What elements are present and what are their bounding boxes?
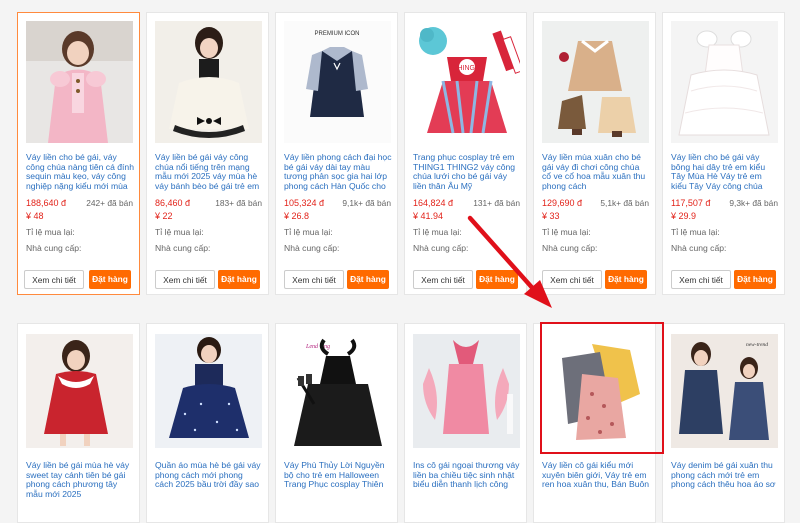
product-card-5[interactable]: Váy liền mùa xuân cho bé gái váy đi chơi…: [533, 12, 656, 295]
product-title[interactable]: Váy denim bé gái xuân thu phong cách mới…: [671, 461, 779, 521]
view-details-button[interactable]: Xem chi tiết: [155, 270, 215, 289]
product-card-7[interactable]: Váy liền bé gái mùa hè váy sweet tay cán…: [17, 323, 140, 523]
product-image[interactable]: [26, 21, 133, 143]
product-card-2[interactable]: Váy liền bé gái váy công chúa nổi tiếng …: [146, 12, 269, 295]
view-details-button[interactable]: Xem chi tiết: [24, 270, 84, 289]
product-title[interactable]: Váy liền bé gái mùa hè váy sweet tay cán…: [26, 461, 134, 521]
product-card-12[interactable]: new-trend Váy denim bé gái xuân thu phon…: [662, 323, 785, 523]
brand-watermark: Lend Ying: [305, 344, 330, 350]
price-cny: ¥ 33: [542, 211, 560, 221]
order-button[interactable]: Đặt hàng: [734, 270, 776, 289]
price-cny: ¥ 48: [26, 211, 44, 221]
product-title[interactable]: Váy liền cho bé gái váy bông hai dây trẻ…: [671, 153, 779, 191]
repurchase-rate-label: Tỉ lệ mua lại:: [26, 227, 75, 237]
repurchase-rate-label: Tỉ lệ mua lại:: [671, 227, 720, 237]
product-title[interactable]: Váy liền cô gái kiểu mới xuyên biên giới…: [542, 461, 650, 521]
supplier-label: Nhà cung cấp:: [284, 243, 340, 253]
sold-count: 9,1k+ đã bán: [342, 198, 391, 208]
order-button[interactable]: Đặt hàng: [476, 270, 518, 289]
product-card-4[interactable]: THING 2 Trang phục cosplay trẻ em THING1…: [404, 12, 527, 295]
order-button[interactable]: Đặt hàng: [347, 270, 389, 289]
supplier-label: Nhà cung cấp:: [542, 243, 598, 253]
product-image[interactable]: [671, 21, 778, 143]
highlight-box: [540, 322, 664, 454]
brand-logo-text: new-trend: [746, 342, 768, 348]
sold-count: 131+ đã bán: [473, 198, 520, 208]
product-title[interactable]: Ins cô gái ngoại thương váy liền ba chiề…: [413, 461, 521, 521]
product-image[interactable]: [155, 334, 262, 448]
thing2-badge: THING 2: [453, 65, 481, 72]
product-card-3[interactable]: PREMIUM ICON Váy liền phong cách đại học…: [275, 12, 398, 295]
sold-count: 9,3k+ đã bán: [729, 198, 778, 208]
product-title[interactable]: Váy liền cho bé gái, váy công chúa nàng …: [26, 153, 134, 191]
sold-count: 242+ đã bán: [86, 198, 133, 208]
product-image[interactable]: [413, 334, 520, 448]
repurchase-rate-label: Tỉ lệ mua lại:: [542, 227, 591, 237]
product-image[interactable]: [542, 21, 649, 143]
product-title[interactable]: Quần áo mùa hè bé gái váy phong cách mới…: [155, 461, 263, 521]
premium-icon-text: PREMIUM ICON: [315, 31, 360, 37]
order-button[interactable]: Đặt hàng: [605, 270, 647, 289]
repurchase-rate-label: Tỉ lệ mua lại:: [284, 227, 333, 237]
product-image[interactable]: PREMIUM ICON: [284, 21, 391, 143]
price-cny: ¥ 29.9: [671, 211, 697, 221]
product-card-6[interactable]: Váy liền cho bé gái váy bông hai dây trẻ…: [662, 12, 785, 295]
product-card-9[interactable]: Lend Ying Váy Phù Thủy Lời Nguyền bộ cho…: [275, 323, 398, 523]
order-button[interactable]: Đặt hàng: [89, 270, 131, 289]
view-details-button[interactable]: Xem chi tiết: [671, 270, 731, 289]
price-cny: ¥ 22: [155, 211, 173, 221]
product-title[interactable]: Váy liền bé gái váy công chúa nổi tiếng …: [155, 153, 263, 191]
product-card-10[interactable]: Ins cô gái ngoại thương váy liền ba chiề…: [404, 323, 527, 523]
product-title[interactable]: Trang phục cosplay trẻ em THING1 THING2 …: [413, 153, 521, 191]
view-details-button[interactable]: Xem chi tiết: [284, 270, 344, 289]
product-image[interactable]: new-trend: [671, 334, 778, 448]
view-details-button[interactable]: Xem chi tiết: [413, 270, 473, 289]
price-cny: ¥ 41.94: [413, 211, 444, 221]
price-cny: ¥ 26.8: [284, 211, 310, 221]
product-title[interactable]: Váy liền phong cách đại học bé gái váy d…: [284, 153, 392, 191]
price-vnd: 129,690 đ: [542, 198, 583, 208]
supplier-label: Nhà cung cấp:: [413, 243, 469, 253]
supplier-label: Nhà cung cấp:: [671, 243, 727, 253]
supplier-label: Nhà cung cấp:: [155, 243, 211, 253]
product-card-8[interactable]: Quần áo mùa hè bé gái váy phong cách mới…: [146, 323, 269, 523]
product-image[interactable]: THING 2: [413, 21, 520, 143]
price-vnd: 105,324 đ: [284, 198, 325, 208]
sold-count: 183+ đã bán: [215, 198, 262, 208]
view-details-button[interactable]: Xem chi tiết: [542, 270, 602, 289]
product-title[interactable]: Váy Phù Thủy Lời Nguyền bộ cho trẻ em Ha…: [284, 461, 392, 521]
sold-count: 5,1k+ đã bán: [600, 198, 649, 208]
price-vnd: 86,460 đ: [155, 198, 191, 208]
repurchase-rate-label: Tỉ lệ mua lại:: [413, 227, 462, 237]
supplier-label: Nhà cung cấp:: [26, 243, 82, 253]
repurchase-rate-label: Tỉ lệ mua lại:: [155, 227, 204, 237]
product-title[interactable]: Váy liền mùa xuân cho bé gái váy đi chơi…: [542, 153, 650, 191]
price-vnd: 117,507 đ: [671, 198, 711, 208]
price-vnd: 188,640 đ: [26, 198, 67, 208]
product-image[interactable]: Lend Ying: [284, 334, 391, 448]
product-image[interactable]: [26, 334, 133, 448]
product-image[interactable]: [155, 21, 262, 143]
product-card-1[interactable]: Váy liền cho bé gái, váy công chúa nàng …: [17, 12, 140, 295]
order-button[interactable]: Đặt hàng: [218, 270, 260, 289]
price-vnd: 164,824 đ: [413, 198, 454, 208]
